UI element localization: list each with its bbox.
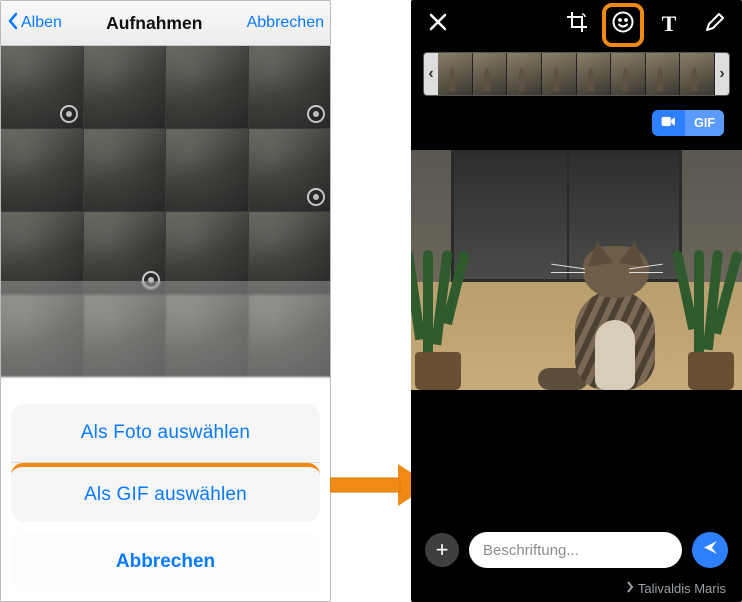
chevron-right-icon [626, 581, 634, 596]
toggle-gif-option[interactable]: GIF [685, 110, 724, 136]
picker-cancel-button[interactable]: Abbrechen [247, 14, 324, 32]
photo-thumbnail[interactable] [249, 129, 331, 211]
caption-placeholder: Beschriftung... [483, 542, 579, 559]
crop-rotate-button[interactable] [562, 9, 592, 39]
select-as-gif-button[interactable]: Als GIF auswählen [11, 463, 320, 522]
add-media-button[interactable]: + [425, 533, 459, 567]
send-icon [702, 539, 719, 561]
recipient-row[interactable]: Talivaldis Maris [626, 581, 726, 596]
timeline-frame [680, 53, 715, 95]
recipient-name: Talivaldis Maris [638, 581, 726, 596]
trim-handle-left[interactable]: ‹ [424, 53, 438, 95]
editor-tool-group: T [562, 9, 730, 39]
close-button[interactable] [423, 9, 453, 39]
trim-handle-right[interactable]: › [715, 53, 729, 95]
selection-indicator-icon [307, 105, 325, 123]
back-label: Alben [21, 14, 62, 32]
compose-bar: + Beschriftung... [411, 526, 742, 574]
toggle-video-option[interactable] [652, 110, 685, 136]
timeline-frame [611, 53, 646, 95]
video-gif-toggle[interactable]: GIF [652, 110, 724, 136]
emoji-sticker-button[interactable] [608, 9, 638, 39]
video-trim-timeline[interactable]: ‹ › [423, 52, 730, 96]
action-sheet: Als Foto auswählen Als GIF auswählen Abb… [11, 404, 320, 591]
timeline-frame [542, 53, 577, 95]
photo-thumbnail[interactable] [249, 46, 331, 128]
timeline-frames[interactable] [438, 53, 715, 95]
video-camera-icon [661, 116, 676, 130]
photo-thumbnail[interactable] [1, 129, 83, 211]
timeline-frame [577, 53, 612, 95]
photo-thumbnail[interactable] [1, 46, 83, 128]
plus-icon: + [436, 539, 449, 561]
tutorial-highlight [602, 3, 644, 47]
chevron-left-icon [7, 12, 19, 35]
timeline-frame [507, 53, 542, 95]
text-tool-button[interactable]: T [654, 9, 684, 39]
text-icon: T [662, 11, 677, 37]
close-icon [426, 10, 450, 39]
caption-input[interactable]: Beschriftung... [469, 532, 682, 568]
picker-title: Aufnahmen [106, 13, 202, 34]
back-button[interactable]: Alben [7, 12, 62, 35]
picker-header: Alben Aufnahmen Abbrechen [1, 1, 330, 46]
gif-editor-panel: T ‹ [411, 0, 742, 602]
select-as-photo-button[interactable]: Als Foto auswählen [11, 404, 320, 463]
action-sheet-cancel-button[interactable]: Abbrechen [11, 532, 320, 591]
photo-thumbnail[interactable] [84, 46, 166, 128]
crop-rotate-icon [565, 10, 589, 39]
selection-indicator-icon [60, 105, 78, 123]
chevron-left-icon: ‹ [428, 65, 433, 83]
chevron-right-icon: › [719, 65, 724, 83]
media-preview[interactable] [411, 150, 742, 390]
draw-tool-button[interactable] [700, 9, 730, 39]
send-button[interactable] [692, 532, 728, 568]
photo-thumbnail[interactable] [166, 129, 248, 211]
action-sheet-group: Als Foto auswählen Als GIF auswählen [11, 404, 320, 522]
selection-indicator-icon [307, 188, 325, 206]
timeline-frame [646, 53, 681, 95]
timeline-frame [438, 53, 473, 95]
pencil-icon [703, 10, 727, 39]
photo-picker-panel: Alben Aufnahmen Abbrechen [0, 0, 331, 602]
editor-header: T [411, 0, 742, 48]
preview-scene [411, 150, 742, 390]
photo-thumbnail[interactable] [166, 46, 248, 128]
timeline-frame [473, 53, 508, 95]
photo-thumbnail[interactable] [84, 129, 166, 211]
